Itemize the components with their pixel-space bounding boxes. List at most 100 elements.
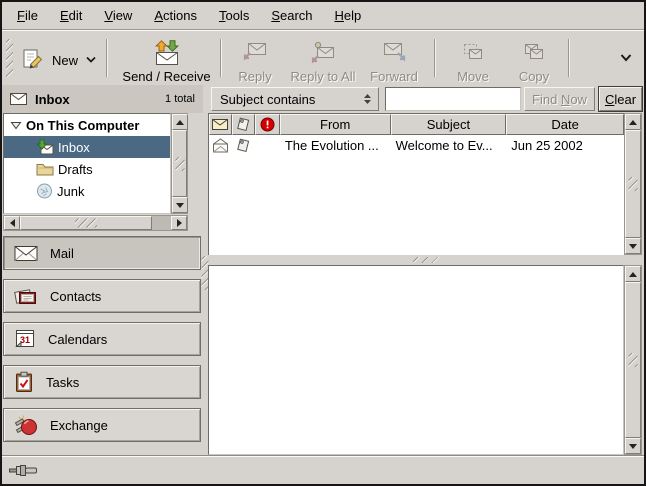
column-from-header[interactable]: From [280,114,391,135]
scroll-down-button[interactable] [625,238,641,254]
move-button[interactable]: Move [449,38,497,86]
column-important-header[interactable] [255,114,280,135]
exchange-icon [14,414,38,436]
toolbar: New Send / Receive [2,31,644,85]
column-subject-header[interactable]: Subject [391,114,507,135]
tree-vertical-scrollbar[interactable] [171,113,188,214]
search-input[interactable] [385,87,521,111]
compose-new-icon [21,48,45,72]
toolbar-overflow-chevron-icon[interactable] [619,51,635,65]
copy-message-icon [521,40,547,66]
menu-tools[interactable]: Tools [208,4,260,27]
message-list-scrollbar[interactable] [624,113,642,255]
column-date-header[interactable]: Date [506,114,624,135]
folder-envelope-icon [10,93,27,105]
important-icon [260,117,275,132]
tree-node-junk[interactable]: Junk [4,180,170,202]
scroll-right-button[interactable] [171,216,187,230]
message-subject: Welcome to Ev... [391,138,507,153]
reply-label: Reply [238,69,271,84]
copy-button[interactable]: Copy [511,38,557,86]
tasks-icon [14,371,34,393]
shortcut-tasks-label: Tasks [46,375,79,390]
folder-title: Inbox [35,92,70,107]
scroll-down-button[interactable] [625,438,641,454]
scrollbar-thumb[interactable] [625,282,641,438]
toolbar-grip[interactable] [6,39,13,77]
preview-pane-splitter[interactable] [208,255,644,265]
tree-drafts-label: Drafts [58,162,93,177]
message-attachment-cell [232,138,255,153]
search-criteria-dropdown[interactable]: Subject contains [211,87,379,111]
menu-edit[interactable]: Edit [49,4,93,27]
reply-to-all-button[interactable]: Reply to All [285,38,361,86]
preview-pane [208,265,624,455]
clear-label: Clear [605,92,636,107]
reply-button[interactable]: Reply [229,38,281,86]
shortcut-mail-label: Mail [50,246,74,261]
forward-label: Forward [370,69,418,84]
menu-help[interactable]: Help [324,4,373,27]
new-dropdown-chevron-icon[interactable] [85,56,97,64]
scrollbar-thumb[interactable] [172,130,187,197]
find-now-label: Find Now [532,92,587,107]
attachment-tag-icon [235,117,251,132]
shortcut-mail-button[interactable]: Mail [3,236,201,270]
expander-triangle-icon[interactable] [10,121,22,130]
move-label: Move [457,69,489,84]
send-receive-button[interactable]: Send / Receive [115,38,218,86]
send-receive-label: Send / Receive [122,69,210,84]
message-from: The Evolution ... [280,138,391,153]
shortcut-tasks-button[interactable]: Tasks [3,365,201,399]
forward-icon [381,40,407,66]
inbox-icon [36,139,54,155]
move-message-icon [460,40,486,66]
clear-button[interactable]: Clear [599,87,642,111]
toolbar-separator [568,39,569,77]
mail-icon [14,245,38,262]
scroll-left-button[interactable] [4,216,20,230]
folder-message-count: 1 total [165,93,195,105]
toolbar-separator [220,39,221,77]
shortcut-exchange-button[interactable]: Exchange [3,408,201,442]
menu-view[interactable]: View [93,4,143,27]
scroll-down-button[interactable] [172,197,188,213]
attachment-tag-icon [235,138,251,153]
menu-search[interactable]: Search [260,4,323,27]
tree-node-on-this-computer[interactable]: On This Computer [4,114,170,136]
tree-node-inbox[interactable]: Inbox [4,136,170,158]
search-criteria-value: Subject contains [220,92,360,107]
message-list-pane: From Subject Date [208,113,624,255]
menu-actions[interactable]: Actions [143,4,208,27]
open-envelope-icon [212,138,229,153]
scroll-up-button[interactable] [625,114,641,130]
send-receive-icon [154,40,180,66]
tree-node-drafts[interactable]: Drafts [4,158,170,180]
menu-file[interactable]: File [6,4,49,27]
evolution-window: File Edit View Actions Tools Search Help… [0,0,646,486]
reply-to-all-label: Reply to All [290,69,355,84]
scroll-up-button[interactable] [172,114,188,130]
shortcut-calendars-button[interactable]: 31 Calendars [3,322,201,356]
new-button[interactable]: New [15,45,103,75]
column-attachment-header[interactable] [232,114,255,135]
preview-scrollbar[interactable] [624,265,642,455]
online-status-connector-icon[interactable] [9,463,39,478]
vertical-pane-splitter[interactable] [201,113,208,455]
reply-icon [242,40,268,66]
tree-junk-label: Junk [57,184,84,199]
column-status-header[interactable] [209,114,232,135]
copy-label: Copy [519,69,549,84]
shortcut-contacts-button[interactable]: Contacts [3,279,201,313]
forward-button[interactable]: Forward [365,38,423,86]
message-row[interactable]: The Evolution ... Welcome to Ev... Jun 2… [209,135,624,156]
dropdown-double-arrow-icon [360,92,374,106]
scroll-up-button[interactable] [625,266,641,282]
find-now-button[interactable]: Find Now [524,87,595,111]
scrollbar-thumb[interactable] [625,130,641,238]
message-date: Jun 25 2002 [506,138,624,153]
tree-horizontal-scrollbar[interactable] [3,215,188,231]
folder-tree: On This Computer Inbox Drafts [3,113,171,214]
scrollbar-thumb[interactable] [20,216,152,230]
contacts-icon [14,286,38,306]
